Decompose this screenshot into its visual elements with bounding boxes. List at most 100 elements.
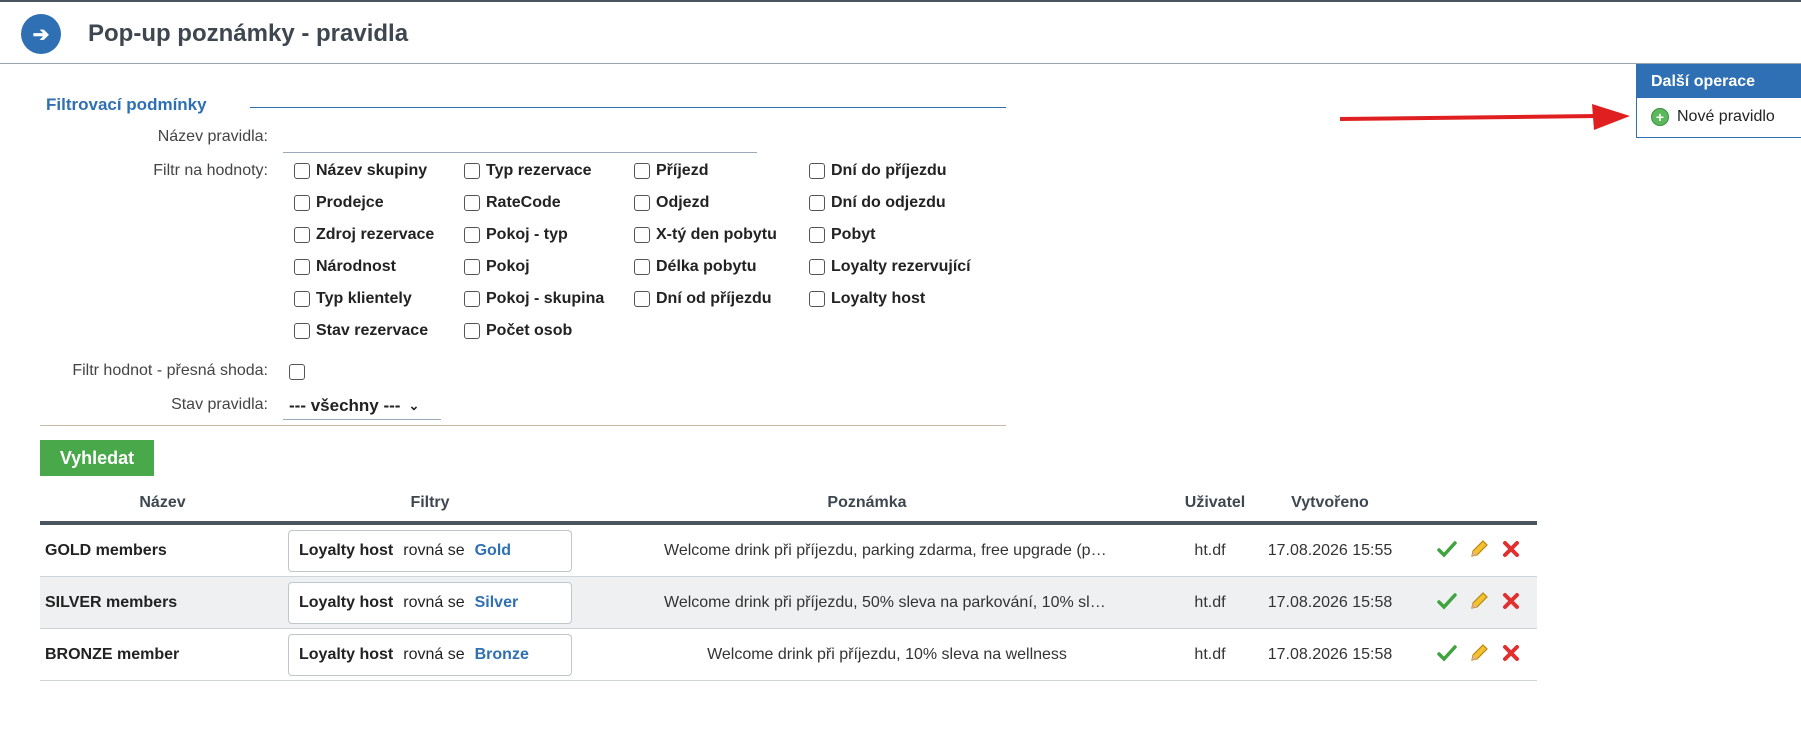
checkbox[interactable] (809, 227, 825, 243)
checkbox-arrival[interactable]: Příjezd (634, 162, 708, 180)
checkbox-departure[interactable]: Odjezd (634, 194, 709, 212)
checkbox-reservation-source[interactable]: Zdroj rezervace (294, 226, 434, 244)
checkbox[interactable] (634, 227, 650, 243)
pencil-icon[interactable] (1468, 590, 1490, 612)
rule-state-label: Stav pravidla: (171, 396, 268, 413)
column-header-note[interactable]: Poznámka (578, 494, 1156, 512)
table-row[interactable]: BRONZE member Loyalty host rovná se Bron… (40, 629, 1537, 681)
filter-value: Gold (474, 542, 512, 559)
checkbox-stay-length[interactable]: Délka pobytu (634, 258, 756, 276)
rule-created: 17.08.2026 15:55 (1267, 541, 1393, 559)
checkbox-seller[interactable]: Prodejce (294, 194, 384, 212)
checkbox-ratecode[interactable]: RateCode (464, 194, 561, 212)
checkbox[interactable] (634, 195, 650, 211)
checkbox-nth-stay-day[interactable]: X-tý den pobytu (634, 226, 777, 244)
page-header: ➔ Pop-up poznámky - pravidla (0, 2, 1801, 64)
checkbox-reservation-type[interactable]: Typ rezervace (464, 162, 592, 180)
legend-divider (250, 107, 1006, 108)
checkbox-label: RateCode (486, 194, 561, 211)
rule-note-text: Welcome drink při příjezdu, 10% sleva na… (707, 645, 1067, 663)
checkbox[interactable] (464, 163, 480, 179)
column-header-filters[interactable]: Filtry (288, 494, 572, 512)
checkbox-person-count[interactable]: Počet osob (464, 322, 572, 340)
chevron-down-icon: ⌄ (408, 397, 420, 413)
exact-match-label: Filtr hodnot - přesná shoda: (72, 362, 268, 379)
checkbox-room-group[interactable]: Pokoj - skupina (464, 290, 604, 308)
rule-name-input[interactable] (283, 124, 757, 153)
checkbox-label: Loyalty rezervující (831, 258, 971, 275)
checkbox[interactable] (294, 163, 310, 179)
delete-x-icon[interactable] (1500, 538, 1522, 560)
checkbox[interactable] (294, 227, 310, 243)
checkbox-label: Národnost (316, 258, 396, 275)
table-row[interactable]: GOLD members Loyalty host rovná se Gold … (40, 525, 1537, 577)
row-actions (1436, 590, 1522, 612)
filter-legend: Filtrovací podmínky (46, 95, 207, 114)
checkbox[interactable] (809, 291, 825, 307)
table-row[interactable]: SILVER members Loyalty host rovná se Sil… (40, 577, 1537, 629)
checkbox-label: Odjezd (656, 194, 710, 211)
pencil-icon[interactable] (1468, 642, 1490, 664)
checkbox[interactable] (464, 291, 480, 307)
checkbox[interactable] (809, 163, 825, 179)
checkbox[interactable] (464, 323, 480, 339)
checkbox-label: Loyalty host (831, 290, 926, 307)
rule-state-select[interactable]: --- všechny --- ⌄ (283, 392, 441, 420)
checkbox-days-to-departure[interactable]: Dní do odjezdu (809, 194, 946, 212)
checkbox[interactable] (294, 259, 310, 275)
delete-x-icon[interactable] (1500, 590, 1522, 612)
checkbox-reservation-state[interactable]: Stav rezervace (294, 322, 428, 340)
filter-field: Loyalty host (299, 542, 394, 559)
checkbox[interactable] (634, 259, 650, 275)
checkbox-days-to-arrival[interactable]: Dní do příjezdu (809, 162, 947, 180)
column-header-user[interactable]: Uživatel (1170, 494, 1260, 512)
checkbox-room[interactable]: Pokoj (464, 258, 530, 276)
checkbox-label: Prodejce (316, 194, 384, 211)
rule-note: Welcome drink při příjezdu, 50% sleva na… (578, 577, 1196, 628)
arrow-right-icon[interactable]: ➔ (21, 14, 61, 54)
rule-user: ht.df (1194, 593, 1226, 611)
column-header-created[interactable]: Vytvořeno (1262, 494, 1398, 512)
new-rule-button[interactable]: + Nové pravidlo (1637, 98, 1801, 136)
checkbox-days-from-arrival[interactable]: Dní od příjezdu (634, 290, 772, 308)
exact-match-checkbox[interactable] (289, 364, 305, 380)
checkbox[interactable] (809, 259, 825, 275)
checkbox-label: Dní do odjezdu (831, 194, 946, 211)
checkbox-stay[interactable]: Pobyt (809, 226, 875, 244)
checkbox-client-type[interactable]: Typ klientely (294, 290, 412, 308)
checkbox[interactable] (809, 195, 825, 211)
delete-x-icon[interactable] (1500, 642, 1522, 664)
checkbox[interactable] (464, 195, 480, 211)
checkmark-icon[interactable] (1436, 642, 1458, 664)
checkbox-label: X-tý den pobytu (656, 226, 777, 243)
other-operations-title: Další operace (1637, 65, 1801, 98)
checkbox-nationality[interactable]: Národnost (294, 258, 396, 276)
column-header-name[interactable]: Název (40, 494, 285, 512)
new-rule-label: Nové pravidlo (1677, 108, 1775, 125)
checkbox[interactable] (464, 259, 480, 275)
pencil-icon[interactable] (1468, 538, 1490, 560)
rule-note: Welcome drink při příjezdu, parking zdar… (578, 525, 1196, 576)
rule-created: 17.08.2026 15:58 (1267, 593, 1393, 611)
checkbox-group-name[interactable]: Název skupiny (294, 162, 427, 180)
checkmark-icon[interactable] (1436, 538, 1458, 560)
rule-filter-chip: Loyalty host rovná se Bronze (288, 634, 572, 676)
filter-field: Loyalty host (299, 594, 394, 611)
filter-value: Bronze (474, 646, 529, 663)
checkbox-loyalty-guest[interactable]: Loyalty host (809, 290, 925, 308)
rule-name-label: Název pravidla: (157, 128, 268, 145)
checkmark-icon[interactable] (1436, 590, 1458, 612)
checkbox[interactable] (464, 227, 480, 243)
checkbox-label: Pobyt (831, 226, 876, 243)
checkbox-room-type[interactable]: Pokoj - typ (464, 226, 568, 244)
search-button[interactable]: Vyhledat (40, 440, 154, 476)
checkbox[interactable] (634, 163, 650, 179)
checkbox[interactable] (634, 291, 650, 307)
checkbox-label: Pokoj - skupina (486, 290, 605, 307)
checkbox[interactable] (294, 195, 310, 211)
checkbox-loyalty-booker[interactable]: Loyalty rezervující (809, 258, 971, 276)
checkbox-label: Dní do příjezdu (831, 162, 947, 179)
checkbox-label: Typ rezervace (486, 162, 592, 179)
checkbox[interactable] (294, 291, 310, 307)
checkbox[interactable] (294, 323, 310, 339)
